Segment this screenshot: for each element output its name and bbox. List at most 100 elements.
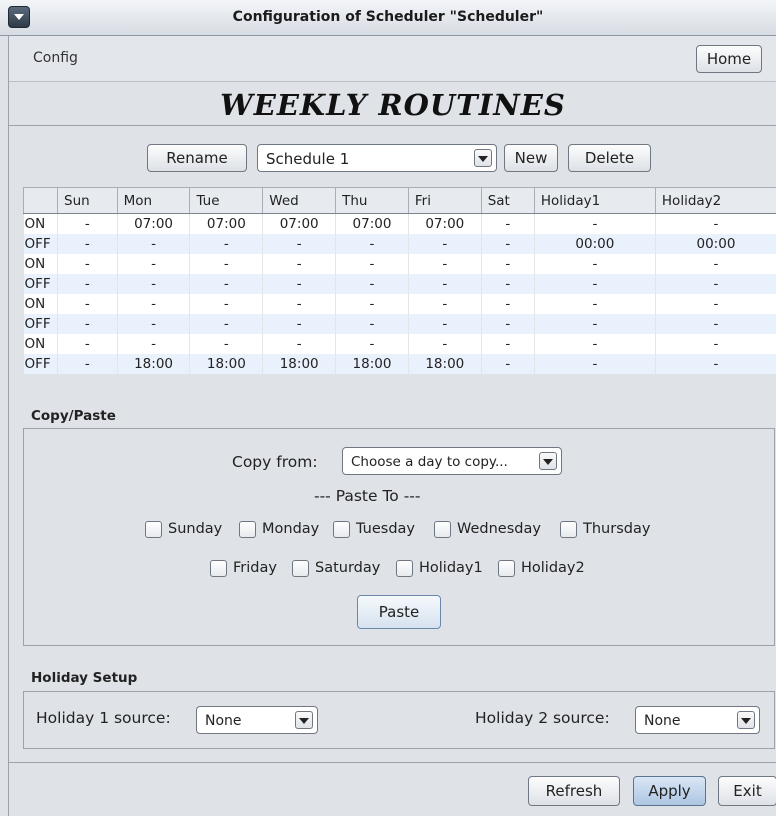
table-cell[interactable]: - — [57, 293, 118, 314]
column-header[interactable]: Fri — [407, 187, 482, 214]
table-cell[interactable]: - — [655, 353, 776, 374]
table-cell[interactable]: 07:00 — [189, 213, 264, 234]
table-cell[interactable]: - — [335, 273, 409, 294]
table-cell[interactable]: - — [117, 253, 191, 274]
table-cell[interactable]: - — [335, 293, 409, 314]
table-cell[interactable]: - — [189, 253, 264, 274]
checkbox-wednesday[interactable]: Wednesday — [434, 519, 541, 539]
rename-button[interactable]: Rename — [147, 144, 247, 172]
schedule-select[interactable]: Schedule 1 — [257, 144, 497, 172]
table-cell[interactable]: - — [262, 293, 337, 314]
exit-button[interactable]: Exit — [718, 776, 776, 806]
table-cell[interactable]: - — [655, 313, 776, 334]
table-cell[interactable]: 18:00 — [408, 353, 482, 374]
table-cell[interactable]: 18:00 — [335, 353, 409, 374]
table-cell[interactable]: 18:00 — [262, 353, 337, 374]
table-cell[interactable]: - — [655, 213, 776, 234]
table-cell[interactable]: - — [57, 333, 118, 354]
table-cell[interactable]: - — [189, 313, 264, 334]
checkbox-monday[interactable]: Monday — [239, 519, 319, 539]
table-cell[interactable]: - — [534, 353, 656, 374]
table-cell[interactable]: - — [335, 253, 409, 274]
checkbox-tuesday[interactable]: Tuesday — [333, 519, 415, 539]
table-cell[interactable]: - — [189, 273, 264, 294]
table-cell[interactable]: - — [57, 233, 118, 254]
table-cell[interactable]: - — [57, 253, 118, 274]
table-cell[interactable]: 07:00 — [262, 213, 337, 234]
table-cell[interactable]: - — [335, 333, 409, 354]
table-cell[interactable]: 00:00 — [534, 233, 656, 254]
table-cell[interactable]: - — [117, 293, 191, 314]
checkbox-box[interactable] — [560, 520, 577, 538]
table-cell[interactable]: - — [655, 333, 776, 354]
column-header[interactable]: Wed — [262, 187, 337, 214]
column-header[interactable]: Holiday2 — [654, 187, 776, 214]
new-button[interactable]: New — [504, 144, 558, 172]
column-header[interactable]: Sun — [57, 187, 118, 214]
table-cell[interactable]: - — [117, 273, 191, 294]
column-header[interactable]: Thu — [335, 187, 409, 214]
table-cell[interactable]: - — [481, 273, 535, 294]
copy-from-select[interactable]: Choose a day to copy... — [342, 447, 562, 475]
table-cell[interactable]: - — [655, 293, 776, 314]
table-cell[interactable]: - — [117, 233, 191, 254]
table-cell[interactable]: - — [655, 273, 776, 294]
table-cell[interactable]: - — [534, 333, 656, 354]
column-header[interactable]: Holiday1 — [533, 187, 656, 214]
checkbox-holiday1[interactable]: Holiday1 — [396, 558, 483, 578]
table-cell[interactable]: - — [57, 353, 118, 374]
table-cell[interactable]: - — [117, 333, 191, 354]
checkbox-box[interactable] — [434, 520, 451, 538]
refresh-button[interactable]: Refresh — [528, 776, 620, 806]
table-cell[interactable]: - — [655, 253, 776, 274]
table-cell[interactable]: - — [117, 313, 191, 334]
table-cell[interactable]: - — [534, 253, 656, 274]
table-cell[interactable]: - — [534, 313, 656, 334]
table-cell[interactable]: - — [408, 273, 482, 294]
table-cell[interactable]: - — [189, 333, 264, 354]
table-cell[interactable]: - — [481, 233, 535, 254]
checkbox-saturday[interactable]: Saturday — [292, 558, 380, 578]
paste-button[interactable]: Paste — [357, 595, 441, 629]
table-cell[interactable]: - — [481, 293, 535, 314]
table-cell[interactable]: 07:00 — [117, 213, 191, 234]
table-cell[interactable]: - — [481, 353, 535, 374]
table-cell[interactable]: - — [481, 253, 535, 274]
menu-config[interactable]: Config — [33, 50, 78, 66]
column-header[interactable]: Mon — [116, 187, 191, 214]
checkbox-thursday[interactable]: Thursday — [560, 519, 650, 539]
checkbox-box[interactable] — [239, 520, 256, 538]
table-cell[interactable]: - — [408, 333, 482, 354]
apply-button[interactable]: Apply — [633, 776, 706, 806]
table-cell[interactable]: - — [57, 273, 118, 294]
checkbox-box[interactable] — [292, 559, 309, 577]
holiday1-source-select[interactable]: None — [196, 706, 318, 734]
table-cell[interactable]: - — [408, 253, 482, 274]
table-cell[interactable]: - — [262, 313, 337, 334]
table-cell[interactable]: 18:00 — [189, 353, 264, 374]
table-cell[interactable]: - — [481, 333, 535, 354]
table-cell[interactable]: - — [262, 273, 337, 294]
checkbox-box[interactable] — [498, 559, 515, 577]
table-cell[interactable]: - — [335, 233, 409, 254]
table-cell[interactable]: 07:00 — [335, 213, 409, 234]
home-button[interactable]: Home — [696, 45, 762, 73]
checkbox-box[interactable] — [210, 559, 227, 577]
table-cell[interactable]: - — [262, 233, 337, 254]
holiday2-source-select[interactable]: None — [635, 706, 760, 734]
table-cell[interactable]: - — [57, 213, 118, 234]
table-cell[interactable]: - — [481, 213, 535, 234]
table-cell[interactable]: - — [262, 333, 337, 354]
table-cell[interactable]: - — [534, 293, 656, 314]
table-cell[interactable]: - — [534, 273, 656, 294]
column-header[interactable]: Sat — [480, 187, 535, 214]
table-cell[interactable]: - — [57, 313, 118, 334]
checkbox-box[interactable] — [145, 520, 162, 538]
table-cell[interactable]: - — [335, 313, 409, 334]
table-cell[interactable]: - — [534, 213, 656, 234]
table-cell[interactable]: - — [189, 293, 264, 314]
table-cell[interactable]: - — [189, 233, 264, 254]
table-cell[interactable]: - — [481, 313, 535, 334]
table-cell[interactable]: - — [408, 293, 482, 314]
checkbox-holiday2[interactable]: Holiday2 — [498, 558, 585, 578]
